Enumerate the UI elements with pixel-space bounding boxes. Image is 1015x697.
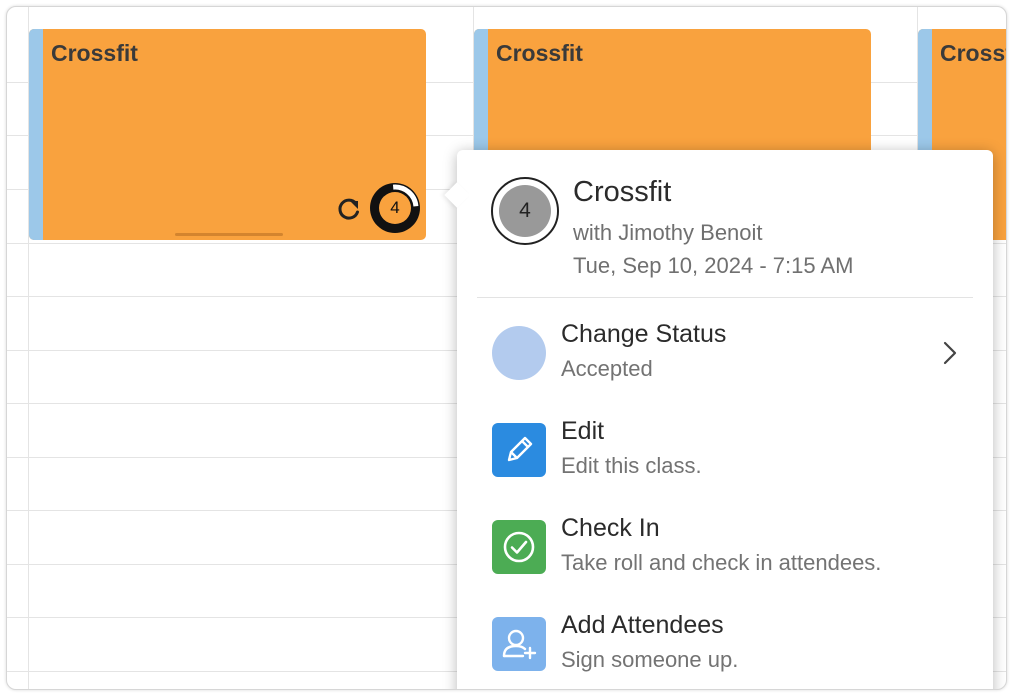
event-title: Crossfit	[51, 40, 138, 66]
event-title: Crossfit	[940, 40, 1006, 66]
attendee-count: 4	[499, 185, 551, 237]
add-attendees-item[interactable]: Add Attendees Sign someone up.	[457, 611, 993, 689]
attendee-count-avatar: 4	[491, 177, 559, 245]
check-in-item[interactable]: Check In Take roll and check in attendee…	[457, 514, 993, 598]
class-popover: 4 Crossfit with Jimothy Benoit Tue, Sep …	[444, 150, 993, 689]
pencil-icon	[492, 423, 546, 477]
repeat-icon	[338, 198, 359, 220]
edit-desc: Edit this class.	[561, 453, 702, 478]
event-card-crossfit[interactable]: Crossfit 4	[29, 29, 426, 240]
status-dot-icon	[492, 326, 546, 380]
edit-item[interactable]: Edit Edit this class.	[457, 417, 993, 501]
change-status-title: Change Status	[561, 320, 727, 348]
event-stripe	[29, 29, 43, 240]
class-title: Crossfit	[573, 176, 672, 208]
calendar-view: Crossfit 4 Crossfit Crossfit 4 Crossfit …	[6, 6, 1007, 690]
check-in-desc: Take roll and check in attendees.	[561, 550, 882, 575]
chevron-right-icon	[943, 341, 957, 365]
add-attendees-desc: Sign someone up.	[561, 647, 739, 672]
attendee-count: 4	[379, 192, 411, 224]
resize-handle[interactable]	[175, 233, 283, 236]
check-circle-icon	[492, 520, 546, 574]
event-title: Crossfit	[496, 40, 583, 66]
attendee-count-badge: 4	[370, 183, 420, 233]
check-in-title: Check In	[561, 514, 660, 542]
divider	[477, 297, 973, 298]
status-value: Accepted	[561, 356, 653, 381]
edit-title: Edit	[561, 417, 605, 445]
add-attendees-title: Add Attendees	[561, 611, 724, 639]
change-status-item[interactable]: Change Status Accepted	[457, 320, 993, 404]
class-datetime: Tue, Sep 10, 2024 - 7:15 AM	[573, 253, 854, 278]
add-user-icon	[492, 617, 546, 671]
instructor-name: with Jimothy Benoit	[573, 220, 763, 245]
